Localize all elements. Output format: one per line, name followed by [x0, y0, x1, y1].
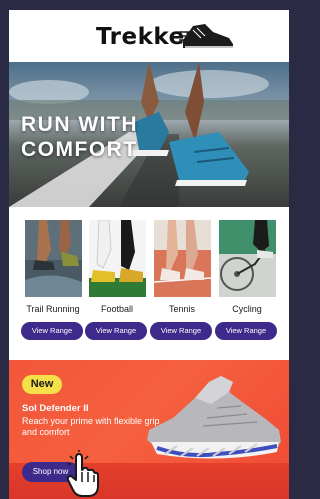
hand-pointer-cursor-icon — [66, 450, 99, 497]
email-frame: Trekker RUN WITH COMFORT Trail Running V… — [9, 10, 289, 499]
hero-title-line2: COMFORT — [21, 138, 138, 161]
header: Trekker — [9, 10, 289, 62]
running-shoe-logo-icon — [179, 24, 233, 48]
tennis-image[interactable] — [154, 220, 211, 297]
promo-banner: New Sol Defender II Reach your prime wit… — [9, 360, 289, 499]
promo-title: Sol Defender II — [22, 403, 89, 414]
category-label: Cycling — [232, 304, 262, 314]
new-badge: New — [22, 375, 62, 394]
view-range-button-football[interactable]: View Range — [85, 322, 147, 340]
hero-title: RUN WITH COMFORT — [21, 112, 171, 162]
hero-title-line1: RUN WITH — [21, 113, 138, 136]
view-range-button-tennis[interactable]: View Range — [150, 322, 212, 340]
football-image[interactable] — [89, 220, 146, 297]
hero-banner[interactable]: RUN WITH COMFORT — [9, 62, 289, 207]
promo-shoe-image[interactable] — [137, 368, 285, 468]
category-grid: Trail Running View Range Football View R… — [9, 215, 289, 345]
cycling-image[interactable] — [219, 220, 276, 297]
trail-running-image[interactable] — [25, 220, 82, 297]
view-range-button-trail-running[interactable]: View Range — [21, 322, 83, 340]
view-range-button-cycling[interactable]: View Range — [215, 322, 277, 340]
